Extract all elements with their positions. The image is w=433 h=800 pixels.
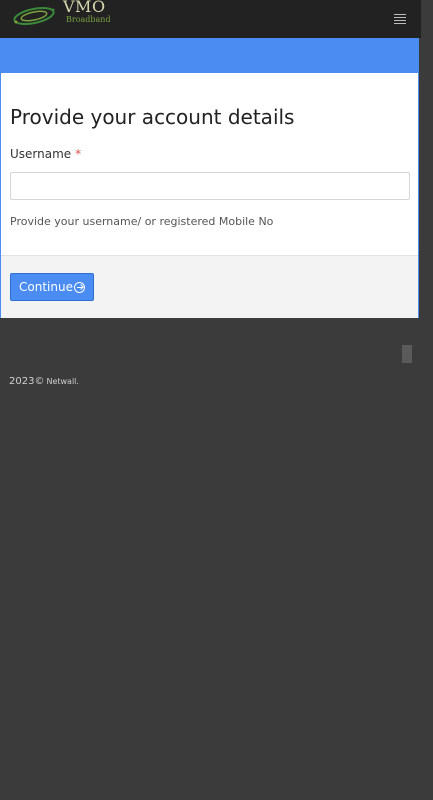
panel-header (1, 39, 418, 73)
account-details-panel: Provide your account details Username * P… (0, 38, 419, 318)
page-scrollbar[interactable] (421, 0, 433, 800)
username-help-text: Provide your username/ or registered Mob… (10, 215, 274, 228)
panel-footer: Continue (1, 255, 418, 318)
copyright-text: 2023© (9, 376, 45, 387)
required-marker: * (75, 147, 82, 161)
brand-name: VMO (63, 0, 106, 16)
hamburger-icon[interactable] (394, 14, 406, 24)
scroll-to-top-button[interactable] (402, 345, 412, 363)
continue-button[interactable]: Continue (10, 273, 94, 301)
username-input[interactable] (10, 172, 410, 200)
top-navbar: VMO Broadband (0, 0, 421, 38)
page-footer: 2023© Netwall. (9, 376, 79, 387)
username-label-text: Username (10, 147, 72, 161)
brand-logo[interactable]: VMO Broadband (10, 0, 120, 38)
company-name: Netwall. (46, 377, 79, 386)
logo-swoosh-icon (13, 6, 55, 26)
page-title: Provide your account details (10, 105, 295, 129)
continue-label: Continue (19, 280, 73, 294)
username-label: Username * (10, 147, 81, 161)
brand-tagline: Broadband (66, 15, 111, 24)
arrow-circle-right-icon (73, 281, 85, 293)
